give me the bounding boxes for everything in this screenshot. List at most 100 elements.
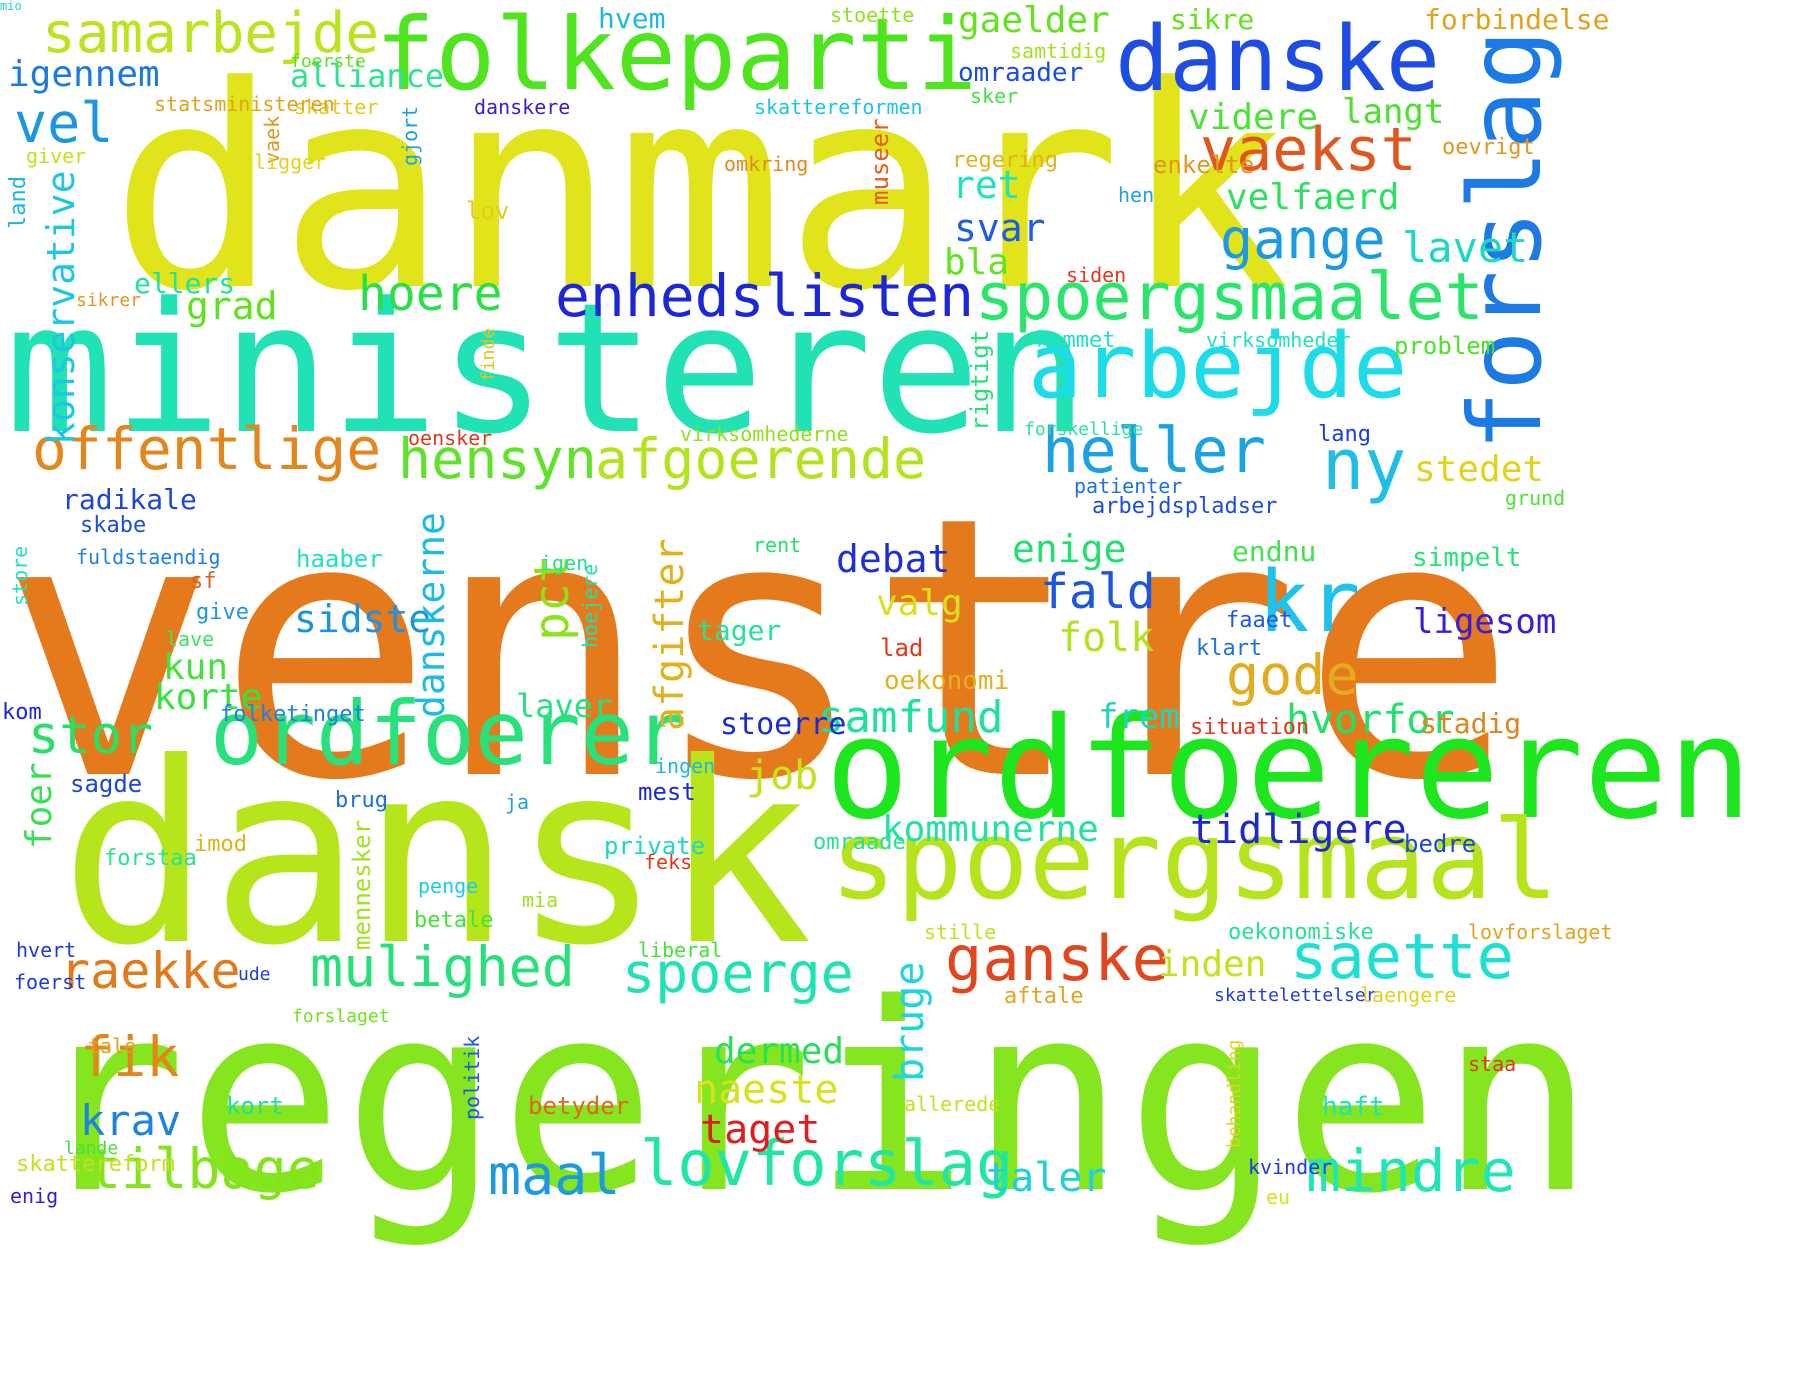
word-sikrer: sikrer xyxy=(76,290,142,311)
word-hvert: hvert xyxy=(16,938,77,962)
word-giver: giver xyxy=(26,144,87,168)
word-tager: tager xyxy=(697,614,782,647)
word-ja: ja xyxy=(505,790,530,814)
word-gjort: gjort xyxy=(398,105,422,167)
word-enhedslisten: enhedslisten xyxy=(555,262,975,330)
word-sf: sf xyxy=(190,569,217,594)
word-skattereformen: skattereformen xyxy=(754,95,923,119)
word-stoerre: stoerre xyxy=(720,707,847,742)
word-kom: kom xyxy=(2,700,42,725)
word-skattereform: skattereform xyxy=(16,1152,175,1177)
word-lad: lad xyxy=(880,634,924,662)
word-raekke: raekke xyxy=(60,942,241,1000)
word-oevrigt: oevrigt xyxy=(1442,135,1535,160)
word-stille: stille xyxy=(924,920,997,944)
word-foer: foer xyxy=(19,761,60,849)
word-ingen: ingen xyxy=(655,754,716,778)
word-feks: feks xyxy=(644,850,693,874)
word-enig: enig xyxy=(10,1184,59,1208)
word-danskere: danskere xyxy=(474,95,571,119)
word-statsministeren: statsministeren xyxy=(154,92,335,116)
word-regering: regering xyxy=(952,148,1058,173)
word-stadig: stadig xyxy=(1420,707,1522,740)
word-haaber: haaber xyxy=(296,545,383,573)
word-radikale: radikale xyxy=(62,483,197,516)
word-debat: debat xyxy=(836,537,951,581)
word-behandling: behandling xyxy=(1224,1039,1245,1149)
word-omraade: omraade xyxy=(813,830,906,855)
word-frem: frem xyxy=(1098,697,1180,737)
word-lang: lang xyxy=(1318,422,1371,447)
word-inden: inden xyxy=(1158,944,1267,985)
word-aftale: aftale xyxy=(1004,984,1084,1009)
word-lave: lave xyxy=(166,627,215,651)
word-mio: mio xyxy=(0,0,22,13)
word-ligger: ligger xyxy=(254,150,327,174)
word-forskellige: forskellige xyxy=(1024,419,1144,440)
word-mennesker: mennesker xyxy=(348,819,376,951)
word-kort: kort xyxy=(226,1092,284,1120)
word-cloud: venstre danmark regeringen dansk ministeren o… xyxy=(0,0,1800,1400)
word-skabe: skabe xyxy=(80,513,147,538)
word-dermed: dermed xyxy=(714,1031,845,1072)
word-hen: hen xyxy=(1118,183,1155,207)
word-haft: haft xyxy=(1322,1092,1385,1122)
word-bruge: bruge xyxy=(887,961,933,1083)
word-videre: videre xyxy=(1188,97,1319,138)
word-brug: brug xyxy=(335,788,388,813)
word-igennem: igennem xyxy=(8,54,160,95)
word-situation: situation xyxy=(1190,715,1310,740)
word-virksomheder: virksomheder xyxy=(1206,328,1351,352)
word-ude: ude xyxy=(238,964,271,985)
word-oekonomiske: oekonomiske xyxy=(1228,920,1374,945)
word-bla: bla xyxy=(944,242,1010,283)
word-omraader: omraader xyxy=(958,58,1084,88)
word-sikre: sikre xyxy=(1170,3,1255,36)
word-endnu: endnu xyxy=(1232,535,1317,568)
word-konservative: konservative xyxy=(39,169,83,445)
word-land: land xyxy=(6,175,31,229)
word-oensker: oensker xyxy=(408,426,493,450)
word-gaelder: gaelder xyxy=(958,0,1110,41)
word-forstaa: forstaa xyxy=(104,846,197,871)
word-museer: museer xyxy=(866,117,894,205)
word-krav: krav xyxy=(80,1096,182,1145)
word-afgifter: afgifter xyxy=(647,537,693,731)
word-hvem: hvem xyxy=(598,2,666,35)
word-foerste: foerste xyxy=(290,51,366,72)
word-problem: problem xyxy=(1394,332,1496,360)
word-kun: kun xyxy=(163,647,229,688)
word-staa: staa xyxy=(1468,1052,1517,1076)
word-bedre: bedre xyxy=(1404,830,1477,858)
word-arbejdspladser: arbejdspladser xyxy=(1092,494,1278,519)
word-spoergsmaalet: spoergsmaalet xyxy=(975,260,1484,335)
word-maal: maal xyxy=(488,1143,621,1207)
word-laengere: laengere xyxy=(1360,983,1457,1007)
word-kommunerne: kommunerne xyxy=(882,809,1099,850)
word-taler: taler xyxy=(986,1155,1107,1201)
word-rigtigt: rigtigt xyxy=(966,329,994,432)
word-give: give xyxy=(196,600,249,625)
word-penge: penge xyxy=(418,874,479,898)
word-laver: laver xyxy=(516,687,613,725)
word-mest: mest xyxy=(638,778,696,806)
word-folk: folk xyxy=(1058,615,1155,661)
word-mindre: mindre xyxy=(1306,1137,1516,1205)
word-valg: valg xyxy=(876,583,963,624)
word-oekonomi: oekonomi xyxy=(884,666,1010,696)
word-foerst: foerst xyxy=(14,970,87,994)
word-faaet: faaet xyxy=(1226,608,1293,633)
word-stor: stor xyxy=(28,706,154,766)
word-fuldstaendig: fuldstaendig xyxy=(76,545,221,569)
word-lov: lov xyxy=(466,197,510,225)
word-langt: langt xyxy=(1342,92,1445,132)
word-imod: imod xyxy=(194,832,247,857)
word-liberal: liberal xyxy=(638,938,723,962)
word-grund: grund xyxy=(1505,486,1566,510)
word-taget: taget xyxy=(700,1107,821,1153)
word-rent: rent xyxy=(753,533,802,557)
word-forbindelse: forbindelse xyxy=(1424,3,1610,36)
word-klart: klart xyxy=(1196,636,1263,661)
word-offentlige: offentlige xyxy=(32,415,382,483)
word-enige: enige xyxy=(1012,527,1127,571)
